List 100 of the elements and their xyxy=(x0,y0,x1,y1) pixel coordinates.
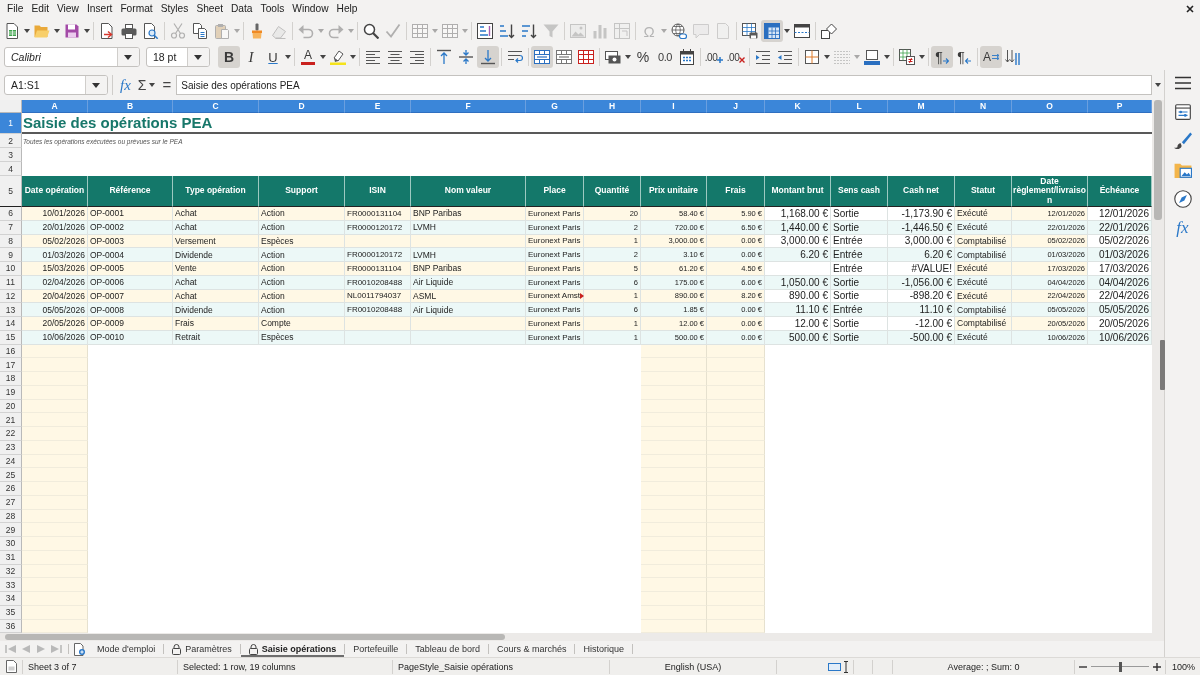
properties-icon[interactable] xyxy=(1173,103,1192,121)
column-header[interactable]: K xyxy=(765,100,831,113)
calendar-icon[interactable] xyxy=(679,49,695,65)
resize-handle[interactable] xyxy=(1160,340,1165,390)
unmerge-cells-icon[interactable] xyxy=(578,49,594,65)
paintbrush-icon[interactable] xyxy=(249,23,265,39)
plus-icon[interactable] xyxy=(1153,662,1161,671)
caret-icon[interactable] xyxy=(320,55,326,59)
caret-icon[interactable] xyxy=(187,48,209,66)
search-icon[interactable] xyxy=(363,23,379,39)
row-header[interactable]: 3 xyxy=(0,148,22,162)
delete-decimal-button[interactable]: .00 xyxy=(725,46,747,68)
right-to-left-button[interactable]: ¶ xyxy=(953,46,975,68)
menu-item[interactable]: Tools xyxy=(256,1,289,17)
sort-ascending-icon[interactable] xyxy=(499,23,515,39)
align-middle-icon[interactable] xyxy=(458,49,474,65)
close-icon[interactable] xyxy=(1186,5,1194,13)
column-heading[interactable]: ISIN xyxy=(345,176,411,207)
row-header[interactable]: 30 xyxy=(0,537,22,551)
column-heading[interactable]: Prix unitaire xyxy=(641,176,707,207)
row-header[interactable]: 4 xyxy=(0,162,22,176)
column-header[interactable]: P xyxy=(1088,100,1152,113)
column-heading[interactable]: Cash net xyxy=(888,176,955,207)
merge-center-icon[interactable] xyxy=(531,46,553,68)
menu-item[interactable]: Help xyxy=(332,1,362,17)
page-magnifier-icon[interactable] xyxy=(143,23,159,39)
caret-icon[interactable] xyxy=(149,83,156,87)
column-heading[interactable]: Type opération xyxy=(173,176,259,207)
menu-item[interactable]: View xyxy=(53,1,83,17)
caret-icon[interactable] xyxy=(625,55,631,59)
row-header[interactable]: 6 xyxy=(0,207,22,221)
column-heading[interactable]: Sens cash xyxy=(831,176,888,207)
highlighter-icon[interactable] xyxy=(330,49,346,65)
caret-icon[interactable] xyxy=(285,55,291,59)
sheet-tab[interactable]: Mode d'emploi xyxy=(89,641,164,657)
column-header[interactable]: B xyxy=(88,100,173,113)
sheet-tab[interactable]: Portefeuille xyxy=(345,641,407,657)
column-heading[interactable]: Montant brut xyxy=(765,176,831,207)
column-heading[interactable]: Référence xyxy=(88,176,173,207)
column-header[interactable]: G xyxy=(526,100,584,113)
row-header[interactable]: 17 xyxy=(0,358,22,372)
formula-button[interactable]: = xyxy=(160,75,174,95)
indent-icon[interactable] xyxy=(755,49,771,65)
function-wizard-button[interactable]: fx xyxy=(118,75,133,95)
column-heading[interactable]: Place xyxy=(526,176,584,207)
name-box-field[interactable]: A1:S1 xyxy=(4,75,108,95)
page-style[interactable]: PageStyle_Saisie opérations xyxy=(398,661,514,672)
sum-button[interactable]: Σ xyxy=(135,75,149,95)
globe-link-icon[interactable] xyxy=(671,23,687,39)
column-heading[interactable]: Frais xyxy=(707,176,765,207)
slider-thumb[interactable] xyxy=(1118,661,1122,672)
add-decimal-button[interactable]: .00 xyxy=(703,46,725,68)
sheet-tab[interactable]: Paramètres xyxy=(164,641,240,657)
menu-item[interactable]: Window xyxy=(288,1,333,17)
row-header[interactable]: 29 xyxy=(0,523,22,537)
menu-item[interactable]: Data xyxy=(227,1,257,17)
sheet-tab[interactable]: Historique xyxy=(575,641,632,657)
font-color-button[interactable]: A xyxy=(297,46,319,68)
menu-item[interactable]: Styles xyxy=(156,1,193,17)
shapes-icon[interactable] xyxy=(821,23,837,39)
table-printer-icon[interactable] xyxy=(742,23,758,39)
menu-item[interactable]: Insert xyxy=(82,1,117,17)
page-icon[interactable] xyxy=(6,660,17,673)
column-header[interactable]: N xyxy=(955,100,1012,113)
row-header[interactable]: 1 xyxy=(0,113,22,134)
row-header[interactable]: 34 xyxy=(0,592,22,606)
spreadsheet-page-icon[interactable] xyxy=(4,23,20,39)
caret-icon[interactable] xyxy=(824,55,830,59)
row-header[interactable]: 14 xyxy=(0,317,22,331)
row-header[interactable]: 13 xyxy=(0,303,22,317)
align-bottom-icon[interactable] xyxy=(477,46,499,68)
caret-icon[interactable] xyxy=(84,29,90,33)
menu-item[interactable]: Edit xyxy=(27,1,53,17)
row-header[interactable]: 18 xyxy=(0,372,22,386)
rectangle-cursor-icon[interactable] xyxy=(828,659,848,674)
percent-button[interactable]: % xyxy=(632,46,654,68)
font-size-field[interactable]: 18 pt xyxy=(146,47,210,67)
underline-button[interactable]: U xyxy=(262,46,284,68)
column-heading[interactable]: Date opération xyxy=(22,176,88,207)
outdent-icon[interactable] xyxy=(777,49,793,65)
row-header[interactable]: 25 xyxy=(0,468,22,482)
column-header[interactable]: A xyxy=(22,100,88,113)
vertical-scrollbar[interactable] xyxy=(1152,100,1164,633)
paintbrush-icon[interactable] xyxy=(1173,132,1192,150)
column-heading[interactable]: Échéance xyxy=(1088,176,1152,207)
column-heading[interactable]: Support xyxy=(259,176,345,207)
row-header[interactable]: 9 xyxy=(0,248,22,262)
caret-icon[interactable] xyxy=(884,55,890,59)
row-header[interactable]: 26 xyxy=(0,482,22,496)
number-format-button[interactable]: 0.0 xyxy=(654,46,676,68)
scrollbar-thumb[interactable] xyxy=(1154,100,1162,220)
wrap-text-icon[interactable] xyxy=(507,49,523,65)
caret-icon[interactable] xyxy=(350,55,356,59)
caret-icon[interactable] xyxy=(919,55,925,59)
functions-button[interactable]: fx xyxy=(1174,219,1191,237)
row-header[interactable]: 2 xyxy=(0,134,22,148)
column-heading[interactable]: Date règlement/livraison xyxy=(1012,176,1088,207)
page-plus-icon[interactable] xyxy=(74,642,85,656)
align-left-icon[interactable] xyxy=(365,49,381,65)
column-header[interactable]: M xyxy=(888,100,955,113)
